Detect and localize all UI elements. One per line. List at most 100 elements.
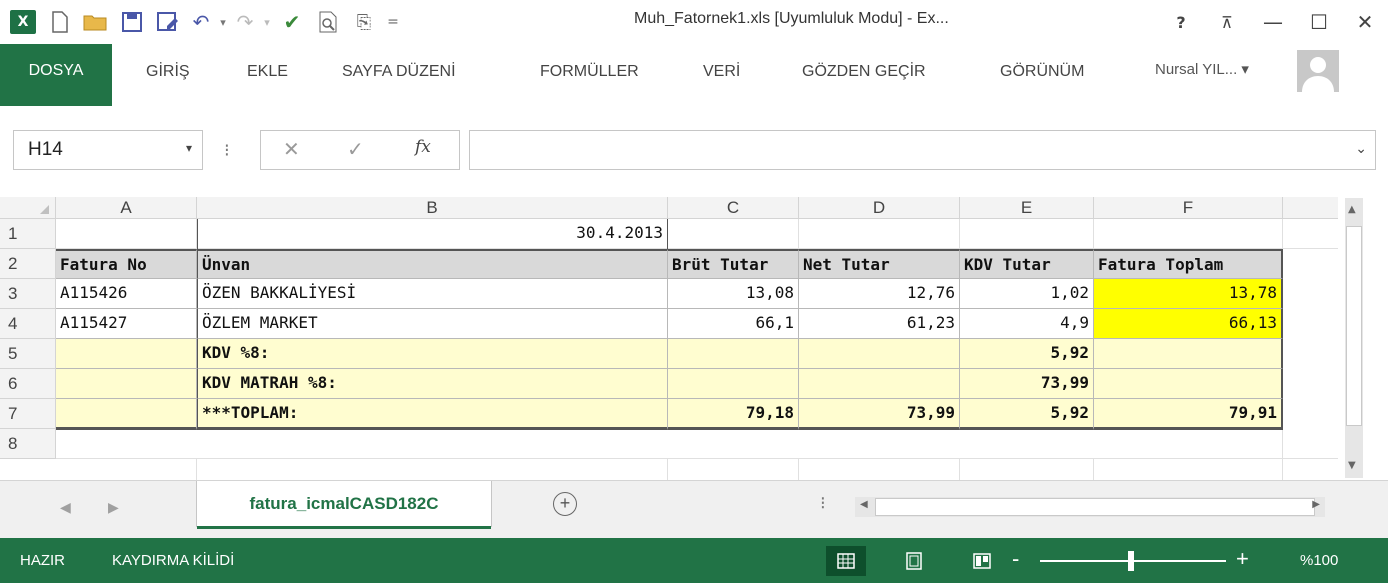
cell-e3[interactable]: 1,02 [960, 279, 1094, 309]
cell-b1[interactable]: 30.4.2013 [197, 219, 668, 249]
cell-c7[interactable]: 79,18 [668, 399, 799, 430]
insert-function-icon[interactable]: fx [415, 137, 431, 157]
help-button[interactable]: ? [1158, 0, 1204, 44]
cell-e4[interactable]: 4,9 [960, 309, 1094, 339]
excel-logo-icon[interactable]: X [10, 10, 36, 34]
minimize-button[interactable]: — [1250, 0, 1296, 44]
customize-toolbar-icon[interactable]: = [382, 4, 404, 40]
zoom-in-button[interactable]: + [1236, 546, 1249, 572]
name-box-dropdown-icon[interactable]: ▾ [186, 141, 192, 155]
tab-review[interactable]: GÖZDEN GEÇİR [802, 50, 926, 94]
page-break-preview-icon[interactable] [962, 546, 1002, 576]
cell-a5[interactable] [56, 339, 197, 369]
formula-bar-resize-handle[interactable]: ⁝ [224, 140, 230, 161]
row-header-8[interactable]: 8 [0, 429, 56, 459]
tab-formulas[interactable]: FORMÜLLER [540, 50, 639, 94]
tab-insert[interactable]: EKLE [247, 50, 288, 94]
user-avatar-icon[interactable] [1297, 50, 1339, 92]
ribbon-display-options-button[interactable]: ⊼ [1204, 0, 1250, 44]
row-header-2[interactable]: 2 [0, 249, 56, 279]
tab-split-handle[interactable]: ⁝ [820, 493, 826, 514]
scroll-left-icon[interactable]: ◀ [860, 499, 868, 510]
vertical-scroll-thumb[interactable] [1346, 226, 1362, 426]
horizontal-scroll-thumb[interactable] [875, 498, 1315, 516]
vertical-scrollbar[interactable]: ▲ ▼ [1338, 190, 1388, 480]
normal-view-icon[interactable] [826, 546, 866, 576]
new-file-icon[interactable] [42, 4, 78, 40]
redo-icon[interactable]: ↷ [230, 4, 260, 40]
print-preview-icon[interactable] [310, 4, 346, 40]
cell-c2[interactable]: Brüt Tutar [668, 249, 799, 279]
column-header-c[interactable]: C [668, 197, 799, 219]
close-button[interactable]: ✕ [1342, 0, 1388, 44]
cell-d5[interactable] [799, 339, 960, 369]
cell-c4[interactable]: 66,1 [668, 309, 799, 339]
page-layout-view-icon[interactable] [894, 546, 934, 576]
tab-data[interactable]: VERİ [703, 50, 740, 94]
cell-e5[interactable]: 5,92 [960, 339, 1094, 369]
sheet-tab-active[interactable]: fatura_icmalCASD182C [196, 481, 492, 529]
tab-home[interactable]: GİRİŞ [146, 50, 190, 94]
row-header-3[interactable]: 3 [0, 279, 56, 309]
cell-b2[interactable]: Ünvan [197, 249, 668, 279]
cell-d6[interactable] [799, 369, 960, 399]
cell-a4[interactable]: A115427 [56, 309, 197, 339]
row-header-4[interactable]: 4 [0, 309, 56, 339]
cell-b4[interactable]: ÖZLEM MARKET [197, 309, 668, 339]
attach-icon[interactable]: ⎘ [346, 4, 382, 40]
cell-e7[interactable]: 5,92 [960, 399, 1094, 430]
cell-c3[interactable]: 13,08 [668, 279, 799, 309]
column-header-f[interactable]: F [1094, 197, 1283, 219]
open-folder-icon[interactable] [78, 4, 114, 40]
tab-page-layout[interactable]: SAYFA DÜZENİ [342, 50, 456, 94]
row-header-5[interactable]: 5 [0, 339, 56, 369]
zoom-level[interactable]: %100 [1300, 552, 1338, 569]
maximize-button[interactable]: ☐ [1296, 0, 1342, 44]
column-header-e[interactable]: E [960, 197, 1094, 219]
column-header-g[interactable] [1283, 197, 1338, 219]
add-sheet-icon[interactable]: + [553, 492, 577, 516]
cell-b6[interactable]: KDV MATRAH %8: [197, 369, 668, 399]
cell-b7[interactable]: ***TOPLAM: [197, 399, 668, 430]
cell-d3[interactable]: 12,76 [799, 279, 960, 309]
horizontal-scrollbar[interactable]: ◀ ▶ [855, 497, 1325, 517]
cell-f6[interactable] [1094, 369, 1283, 399]
cell-b3[interactable]: ÖZEN BAKKALİYESİ [197, 279, 668, 309]
cell-d4[interactable]: 61,23 [799, 309, 960, 339]
cell-a7[interactable] [56, 399, 197, 430]
cell-c6[interactable] [668, 369, 799, 399]
spelling-check-icon[interactable]: ✔ [274, 4, 310, 40]
tab-view[interactable]: GÖRÜNÜM [1000, 50, 1084, 94]
zoom-out-button[interactable]: - [1012, 546, 1019, 572]
cell-a6[interactable] [56, 369, 197, 399]
tab-file[interactable]: DOSYA [0, 44, 112, 106]
next-sheet-icon[interactable]: ▶ [108, 499, 119, 516]
scroll-down-icon[interactable]: ▼ [1348, 460, 1356, 471]
cell-b5[interactable]: KDV %8: [197, 339, 668, 369]
row-header-6[interactable]: 6 [0, 369, 56, 399]
confirm-entry-icon[interactable]: ✓ [347, 137, 364, 161]
column-header-d[interactable]: D [799, 197, 960, 219]
user-account-menu[interactable]: Nursal YIL... ▾ [1155, 60, 1249, 78]
scroll-up-icon[interactable]: ▲ [1348, 204, 1356, 215]
cell-e2[interactable]: KDV Tutar [960, 249, 1094, 279]
row-header-1[interactable]: 1 [0, 219, 56, 249]
cell-f5[interactable] [1094, 339, 1283, 369]
cell-a3[interactable]: A115426 [56, 279, 197, 309]
column-header-a[interactable]: A [56, 197, 197, 219]
column-header-b[interactable]: B [197, 197, 668, 219]
cell-d7[interactable]: 73,99 [799, 399, 960, 430]
cell-f3[interactable]: 13,78 [1094, 279, 1283, 309]
cell-f4[interactable]: 66,13 [1094, 309, 1283, 339]
scroll-right-icon[interactable]: ▶ [1312, 499, 1320, 510]
zoom-slider-thumb[interactable] [1128, 551, 1134, 571]
select-all-corner[interactable] [0, 197, 56, 219]
cancel-entry-icon[interactable]: ✕ [283, 137, 300, 161]
cell-f7[interactable]: 79,91 [1094, 399, 1283, 430]
undo-icon[interactable]: ↶ [186, 4, 216, 40]
name-box[interactable]: H14 ▾ [13, 130, 203, 170]
formula-input[interactable]: ⌄ [469, 130, 1376, 170]
cell-f2[interactable]: Fatura Toplam [1094, 249, 1283, 279]
previous-sheet-icon[interactable]: ◀ [60, 499, 71, 516]
row-header-7[interactable]: 7 [0, 399, 56, 429]
